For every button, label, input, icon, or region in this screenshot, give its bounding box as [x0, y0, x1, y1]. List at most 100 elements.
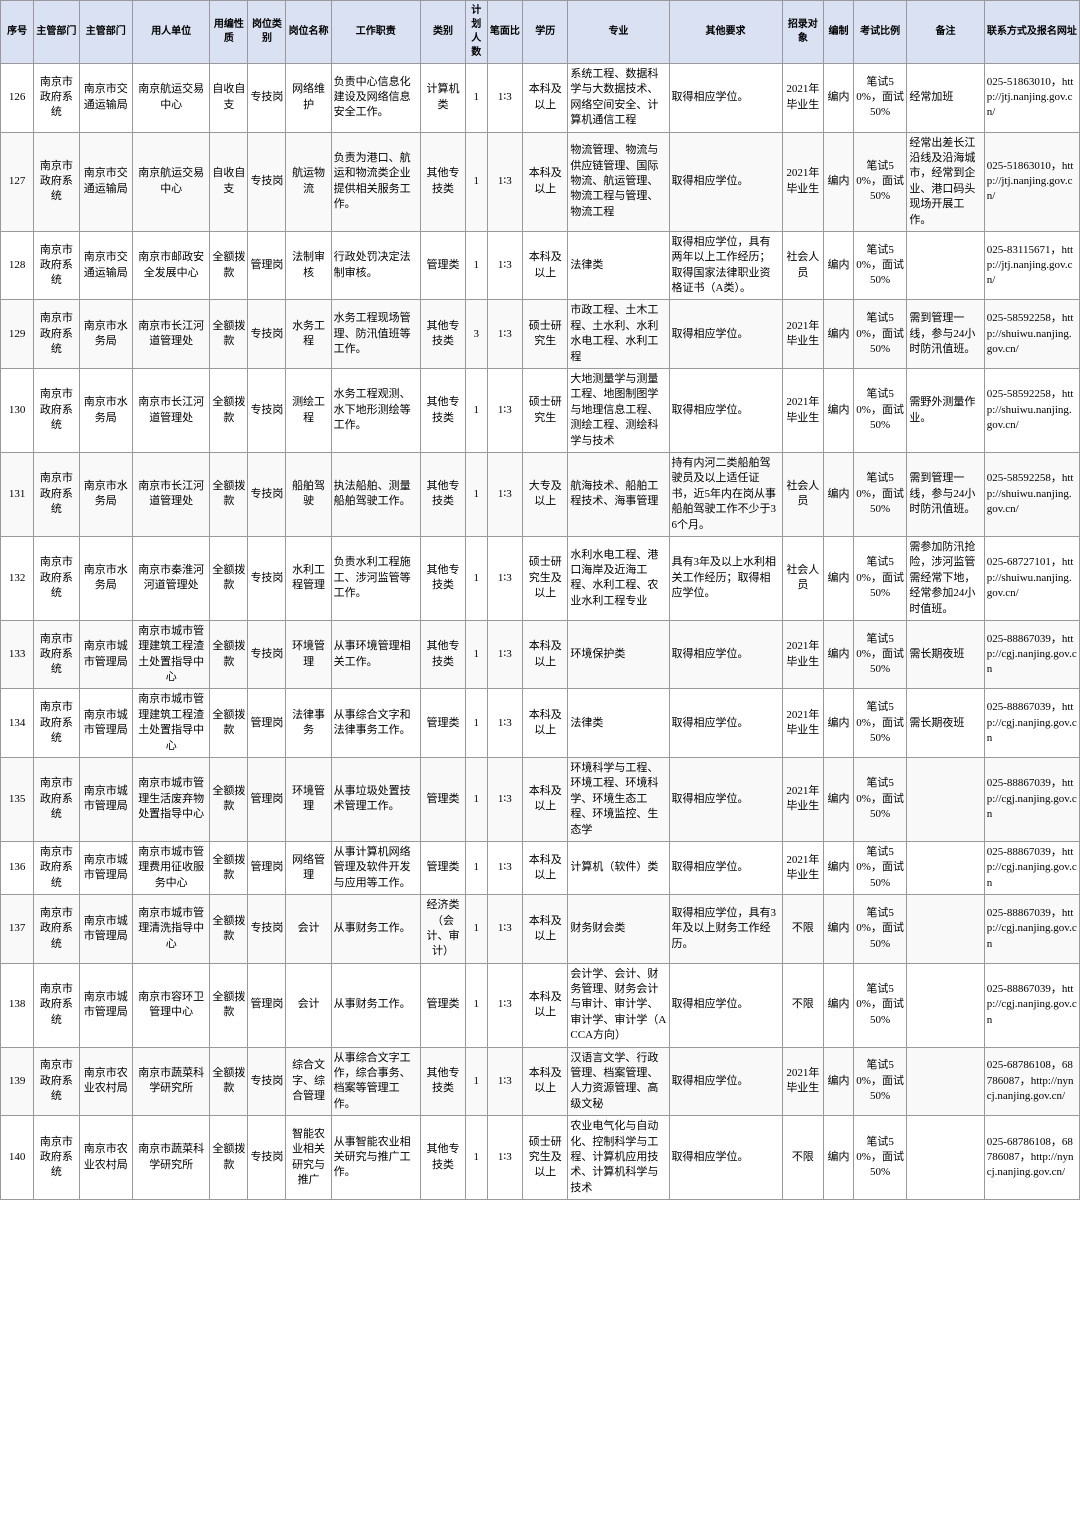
- cell-target: 2021年毕业生: [782, 758, 824, 842]
- cell-duty: 执法船舶、测量船舶驾驶工作。: [331, 452, 420, 536]
- cell-edu: 本科及以上: [523, 1047, 568, 1116]
- cell-target: 社会人员: [782, 231, 824, 300]
- cell-contact: 025-51863010，http://jtj.nanjing.gov.cn/: [984, 132, 1079, 231]
- cell-num: 130: [1, 369, 34, 453]
- cell-cnt: 1: [466, 536, 487, 620]
- cell-nature: 全额拨款: [210, 452, 248, 536]
- header-sys: 主管部门: [34, 1, 79, 64]
- header-exam: 考试比例: [853, 1, 907, 64]
- cell-dept2: 南京市秦淮河河道管理处: [133, 536, 210, 620]
- cell-bianzhi: 编内: [824, 452, 854, 536]
- cell-note: [907, 841, 984, 894]
- cell-note: [907, 758, 984, 842]
- cell-bianzhi: 编内: [824, 689, 854, 758]
- cell-exam: 笔试50%，面试50%: [853, 64, 907, 133]
- cell-dept2: 南京市邮政安全发展中心: [133, 231, 210, 300]
- cell-contact: 025-88867039，http://cgj.nanjing.gov.cn: [984, 758, 1079, 842]
- cell-dept2: 南京市城市管理建筑工程渣土处置指导中心: [133, 620, 210, 689]
- cell-duty: 负责水利工程施工、涉河监管等工作。: [331, 536, 420, 620]
- header-dept2: 用人单位: [133, 1, 210, 64]
- cell-dept1: 南京市交通运输局: [79, 64, 133, 133]
- table-row: 131南京市政府系统南京市水务局南京市长江河道管理处全额拨款专技岗船舶驾驶执法船…: [1, 452, 1080, 536]
- cell-nature: 全额拨款: [210, 620, 248, 689]
- cell-type: 其他专技类: [420, 536, 465, 620]
- cell-exam: 笔试50%，面试50%: [853, 452, 907, 536]
- cell-type: 管理类: [420, 963, 465, 1047]
- header-cnt: 计划人数: [466, 1, 487, 64]
- cell-major: 农业电气化与自动化、控制科学与工程、计算机应用技术、计算机科学与技术: [568, 1116, 669, 1200]
- cell-num: 140: [1, 1116, 34, 1200]
- cell-cat: 专技岗: [248, 369, 286, 453]
- cell-cat: 管理岗: [248, 231, 286, 300]
- cell-pos: 环境管理: [286, 758, 331, 842]
- cell-sys: 南京市政府系统: [34, 895, 79, 964]
- cell-num: 133: [1, 620, 34, 689]
- cell-bianzhi: 编内: [824, 369, 854, 453]
- cell-dept2: 南京市城市管理生活废弃物处置指导中心: [133, 758, 210, 842]
- cell-duty: 从事综合文字工作，综合事务、档案等管理工作。: [331, 1047, 420, 1116]
- cell-ratio: 1∶3: [487, 452, 523, 536]
- cell-dept2: 南京市长江河道管理处: [133, 300, 210, 369]
- header-edu: 学历: [523, 1, 568, 64]
- cell-duty: 从事财务工作。: [331, 963, 420, 1047]
- cell-type: 其他专技类: [420, 1047, 465, 1116]
- table-header: 序号 主管部门 主管部门 用人单位 用编性质 岗位类别 岗位名称 工作职责 类别…: [1, 1, 1080, 64]
- cell-ratio: 1∶3: [487, 64, 523, 133]
- table-row: 132南京市政府系统南京市水务局南京市秦淮河河道管理处全额拨款专技岗水利工程管理…: [1, 536, 1080, 620]
- cell-note: 需长期夜班: [907, 689, 984, 758]
- cell-contact: 025-83115671，http://jtj.nanjing.gov.cn/: [984, 231, 1079, 300]
- cell-dept2: 南京市城市管理清洗指导中心: [133, 895, 210, 964]
- cell-ratio: 1∶3: [487, 300, 523, 369]
- cell-note: 需长期夜班: [907, 620, 984, 689]
- cell-duty: 从事计算机网络管理及软件开发与应用等工作。: [331, 841, 420, 894]
- cell-contact: 025-88867039，http://cgj.nanjing.gov.cn: [984, 689, 1079, 758]
- cell-cat: 专技岗: [248, 452, 286, 536]
- table-row: 126南京市政府系统南京市交通运输局南京航运交易中心自收自支专技岗网络维护负责中…: [1, 64, 1080, 133]
- header-cat: 岗位类别: [248, 1, 286, 64]
- cell-type: 其他专技类: [420, 300, 465, 369]
- cell-dept1: 南京市水务局: [79, 452, 133, 536]
- cell-sys: 南京市政府系统: [34, 300, 79, 369]
- header-target: 招录对象: [782, 1, 824, 64]
- cell-major: 法律类: [568, 689, 669, 758]
- job-table: 序号 主管部门 主管部门 用人单位 用编性质 岗位类别 岗位名称 工作职责 类别…: [0, 0, 1080, 1200]
- cell-duty: 水务工程现场管理、防汛值班等工作。: [331, 300, 420, 369]
- cell-cnt: 1: [466, 689, 487, 758]
- cell-cat: 专技岗: [248, 1116, 286, 1200]
- cell-ratio: 1∶3: [487, 963, 523, 1047]
- cell-pos: 水务工程: [286, 300, 331, 369]
- cell-bianzhi: 编内: [824, 841, 854, 894]
- cell-note: [907, 1047, 984, 1116]
- table-row: 134南京市政府系统南京市城市管理局南京市城市管理建筑工程渣土处置指导中心全额拨…: [1, 689, 1080, 758]
- cell-bianzhi: 编内: [824, 231, 854, 300]
- cell-note: [907, 895, 984, 964]
- cell-bianzhi: 编内: [824, 963, 854, 1047]
- header-ratio: 笔面比: [487, 1, 523, 64]
- cell-pos: 会计: [286, 895, 331, 964]
- cell-req: 持有内河二类船舶驾驶员及以上适任证书，近5年内在岗从事船舶驾驶工作不少于36个月…: [669, 452, 782, 536]
- cell-sys: 南京市政府系统: [34, 231, 79, 300]
- cell-cnt: 1: [466, 841, 487, 894]
- cell-nature: 全额拨款: [210, 231, 248, 300]
- cell-major: 法律类: [568, 231, 669, 300]
- cell-num: 136: [1, 841, 34, 894]
- cell-num: 128: [1, 231, 34, 300]
- cell-bianzhi: 编内: [824, 300, 854, 369]
- cell-type: 其他专技类: [420, 1116, 465, 1200]
- cell-dept1: 南京市城市管理局: [79, 963, 133, 1047]
- header-nature: 用编性质: [210, 1, 248, 64]
- cell-ratio: 1∶3: [487, 231, 523, 300]
- cell-dept2: 南京市城市管理建筑工程渣土处置指导中心: [133, 689, 210, 758]
- cell-cat: 管理岗: [248, 963, 286, 1047]
- cell-cnt: 1: [466, 452, 487, 536]
- cell-bianzhi: 编内: [824, 620, 854, 689]
- cell-req: 取得相应学位。: [669, 758, 782, 842]
- cell-cnt: 3: [466, 300, 487, 369]
- cell-cnt: 1: [466, 895, 487, 964]
- cell-target: 2021年毕业生: [782, 841, 824, 894]
- cell-major: 大地测量学与测量工程、地图制图学与地理信息工程、测绘工程、测绘科学与技术: [568, 369, 669, 453]
- cell-ratio: 1∶3: [487, 689, 523, 758]
- cell-note: 经常出差长江沿线及沿海城市，经常到企业、港口码头现场开展工作。: [907, 132, 984, 231]
- cell-duty: 行政处罚决定法制审核。: [331, 231, 420, 300]
- cell-bianzhi: 编内: [824, 132, 854, 231]
